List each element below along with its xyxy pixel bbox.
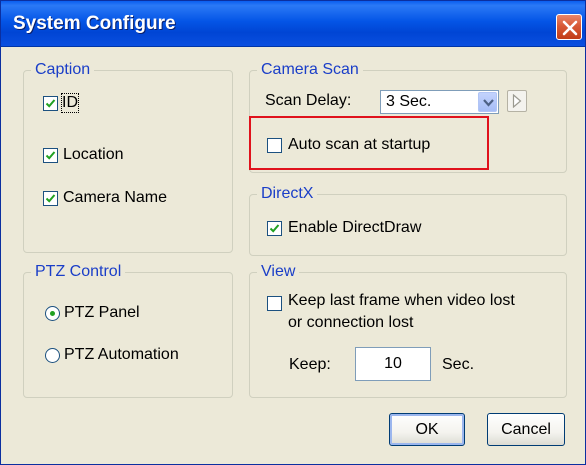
location-label: Location: [63, 146, 124, 163]
ptz-automation-label: PTZ Automation: [64, 346, 179, 363]
title-bar[interactable]: System Configure: [1, 1, 585, 47]
check-icon: [269, 224, 280, 233]
enable-directdraw-checkbox-box[interactable]: [267, 221, 282, 236]
camera-scan-legend: Camera Scan: [261, 61, 359, 78]
cancel-button[interactable]: Cancel: [487, 413, 565, 446]
camera-name-label: Camera Name: [63, 189, 168, 206]
window-title: System Configure: [13, 13, 176, 34]
play-icon: [512, 94, 522, 108]
dropdown-button[interactable]: [478, 92, 497, 112]
ptz-panel-radio-circle[interactable]: [45, 306, 60, 321]
close-button[interactable]: [556, 14, 582, 40]
caption-legend: Caption: [35, 61, 91, 78]
scan-delay-value: 3 Sec.: [386, 93, 432, 110]
check-icon: [45, 151, 56, 160]
keep-seconds-input[interactable]: 10: [355, 347, 431, 381]
id-label: ID: [61, 93, 79, 113]
close-icon: [562, 20, 578, 36]
camera-name-checkbox-box[interactable]: [43, 191, 58, 206]
id-checkbox-box[interactable]: [43, 96, 58, 111]
radio-dot-icon: [50, 311, 55, 316]
keep-label: Keep:: [289, 356, 331, 373]
scan-delay-label: Scan Delay:: [265, 92, 352, 109]
ptz-panel-label: PTZ Panel: [64, 304, 140, 321]
keep-last-frame-label-line1: Keep last frame when video lost: [288, 292, 515, 309]
chevron-down-icon: [483, 99, 494, 107]
directx-legend: DirectX: [261, 185, 314, 202]
enable-directdraw-label: Enable DirectDraw: [288, 219, 422, 236]
keep-unit-label: Sec.: [442, 356, 475, 373]
view-legend: View: [261, 263, 296, 280]
scan-delay-select[interactable]: 3 Sec.: [380, 90, 499, 114]
scan-play-button[interactable]: [507, 90, 527, 112]
check-icon: [45, 99, 56, 108]
ptz-control-group: PTZ Control: [23, 263, 233, 398]
keep-last-frame-checkbox-box[interactable]: [267, 296, 282, 311]
keep-last-frame-label-line2: or connection lost: [288, 314, 414, 331]
location-checkbox-box[interactable]: [43, 148, 58, 163]
check-icon: [45, 194, 56, 203]
ok-button[interactable]: OK: [389, 413, 465, 446]
ptz-automation-radio-circle[interactable]: [45, 348, 60, 363]
annotation-highlight-box: [249, 116, 489, 170]
ptz-control-legend: PTZ Control: [35, 263, 122, 280]
system-configure-dialog: System Configure Caption ID Location Cam…: [0, 0, 586, 465]
